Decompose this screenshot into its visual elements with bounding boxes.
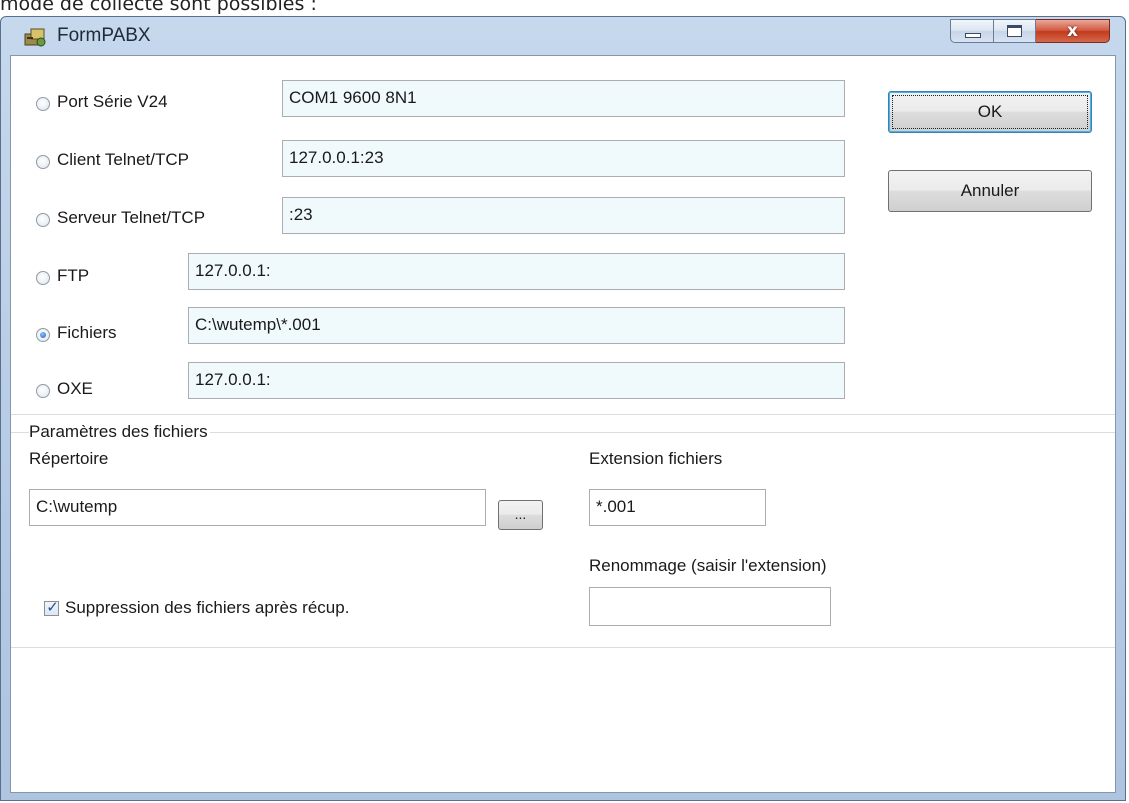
ftp-field[interactable]: 127.0.0.1: — [188, 253, 845, 290]
client-telnet-field[interactable]: 127.0.0.1:23 — [282, 140, 845, 177]
close-button[interactable]: x — [1036, 19, 1110, 43]
extension-field[interactable]: *.001 — [589, 489, 766, 526]
window-title: FormPABX — [57, 25, 151, 46]
oxe-field[interactable]: 127.0.0.1: — [188, 362, 845, 399]
port-serie-field[interactable]: COM1 9600 8N1 — [282, 80, 845, 117]
directory-label: Répertoire — [29, 449, 109, 468]
formpabx-window: FormPABX x Port Série V24 COM1 9600 8N1 … — [0, 16, 1126, 801]
close-icon: x — [1067, 21, 1078, 41]
radio-ftp[interactable] — [36, 271, 50, 285]
checkmark-icon: ✓ — [46, 598, 59, 616]
document-text-line: mode de collecte sont possibles : — [0, 0, 317, 15]
fichiers-field[interactable]: C:\wutemp\*.001 — [188, 307, 845, 344]
delete-files-label: Suppression des fichiers après récup. — [65, 598, 350, 617]
label-oxe: OXE — [57, 379, 93, 398]
minimize-icon — [965, 33, 981, 38]
rename-label: Renommage (saisir l'extension) — [589, 556, 827, 575]
radio-port-serie[interactable] — [36, 97, 50, 111]
label-client-telnet: Client Telnet/TCP — [57, 150, 189, 169]
extension-label: Extension fichiers — [589, 449, 723, 468]
app-icon — [24, 28, 46, 47]
serveur-telnet-field[interactable]: :23 — [282, 197, 845, 234]
ok-button[interactable]: OK — [888, 91, 1092, 133]
maximize-button[interactable] — [994, 19, 1036, 43]
label-ftp: FTP — [57, 266, 90, 285]
radio-oxe[interactable] — [36, 384, 50, 398]
radio-fichiers[interactable] — [36, 328, 50, 342]
browse-button[interactable]: ... — [498, 500, 543, 530]
caption-buttons: x — [950, 19, 1110, 43]
separator-top — [11, 414, 1115, 415]
radio-client-telnet[interactable] — [36, 155, 50, 169]
label-serveur-telnet: Serveur Telnet/TCP — [57, 208, 206, 227]
label-fichiers: Fichiers — [57, 323, 117, 342]
minimize-button[interactable] — [950, 19, 994, 43]
rename-field[interactable] — [589, 587, 831, 626]
directory-field[interactable]: C:\wutemp — [29, 489, 486, 526]
cancel-button[interactable]: Annuler — [888, 170, 1092, 212]
files-group-title: Paramètres des fichiers — [29, 422, 210, 442]
radio-serveur-telnet[interactable] — [36, 213, 50, 227]
title-bar[interactable]: FormPABX x — [1, 17, 1125, 55]
cancel-label: Annuler — [960, 181, 1020, 200]
browse-label: ... — [514, 506, 527, 522]
dialog-client-area: Port Série V24 COM1 9600 8N1 Client Teln… — [10, 55, 1116, 793]
focus-rect — [892, 95, 1088, 129]
label-port-serie: Port Série V24 — [57, 92, 168, 111]
delete-files-checkbox[interactable]: ✓ — [44, 598, 59, 616]
maximize-icon — [1007, 25, 1022, 37]
separator-bottom — [11, 647, 1115, 648]
